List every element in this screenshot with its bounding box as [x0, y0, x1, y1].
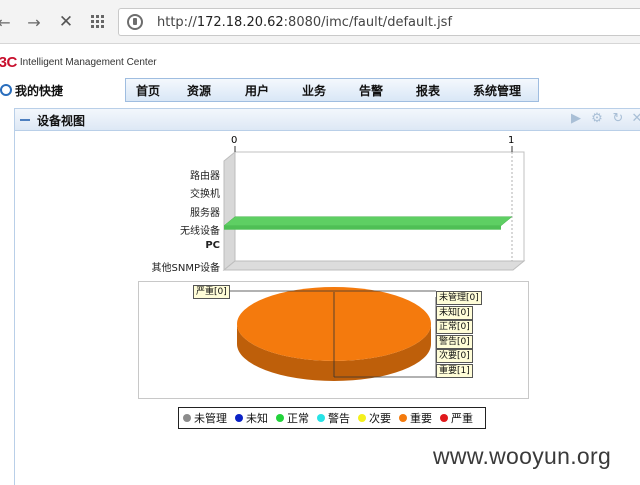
- quick-links-icon: [0, 84, 12, 96]
- legend-swatch: [235, 414, 243, 422]
- menu-item-home[interactable]: 首页: [136, 82, 160, 99]
- forward-arrow-icon[interactable]: →: [26, 12, 42, 32]
- menu-item-resources[interactable]: 资源: [187, 82, 211, 99]
- url-host: 172.18.20.62: [196, 15, 284, 30]
- plot-back-wall: [234, 151, 525, 262]
- legend-label: 次要: [369, 412, 391, 425]
- legend-swatch: [399, 414, 407, 422]
- legend-item[interactable]: 未知: [235, 410, 268, 426]
- menu-item-reports[interactable]: 报表: [416, 82, 440, 99]
- device-bar-chart: 0 1 路由器 交换机 服务器 无线设备 PC 其他SNMP设备: [140, 130, 540, 280]
- legend-swatch: [358, 414, 366, 422]
- quick-links-label: 我的快捷: [15, 83, 64, 98]
- collapse-icon[interactable]: [20, 119, 30, 121]
- product-name: Intelligent Management Center: [19, 56, 157, 68]
- menu-item-alarms[interactable]: 告警: [359, 82, 383, 99]
- slice-label: 未知[0]: [436, 306, 473, 320]
- pie-legend: 未管理 未知 正常 警告 次要 重要 严重: [178, 407, 486, 429]
- slice-label: 次要[0]: [436, 349, 473, 363]
- logo-mark: I3C: [0, 53, 17, 71]
- plot-floor: [222, 260, 526, 271]
- legend-item[interactable]: 严重: [440, 410, 473, 426]
- legend-label: 未知: [246, 412, 268, 425]
- menu-item-system-management[interactable]: 系统管理: [473, 82, 521, 99]
- slice-label: 严重[0]: [193, 285, 230, 299]
- menu-item-users[interactable]: 用户: [245, 82, 269, 99]
- legend-item[interactable]: 次要: [358, 410, 391, 426]
- panel-title: 设备视图: [37, 114, 86, 128]
- gear-icon[interactable]: ⚙: [590, 112, 604, 126]
- slice-label: 未管理[0]: [436, 291, 482, 305]
- slice-label: 重要[1]: [436, 364, 473, 378]
- legend-label: 正常: [287, 412, 309, 425]
- site-info-icon[interactable]: [127, 14, 143, 30]
- bar[interactable]: [223, 216, 513, 226]
- legend-item[interactable]: 警告: [317, 410, 350, 426]
- slice-label: 正常[0]: [436, 320, 473, 334]
- panel-header: 设备视图 ▶ ⚙ ↻ ✕: [15, 109, 640, 131]
- main-menu: 首页 资源 用户 业务 告警 报表 系统管理: [125, 78, 539, 102]
- browser-toolbar: ← → ✕ http://172.18.20.62:8080/imc/fault…: [0, 0, 640, 44]
- bar-face: [224, 225, 501, 230]
- close-icon[interactable]: ✕: [630, 112, 640, 126]
- menu-item-services[interactable]: 业务: [302, 82, 326, 99]
- watermark: www.wooyun.org: [433, 443, 612, 469]
- page: ← → ✕ http://172.18.20.62:8080/imc/fault…: [0, 0, 640, 485]
- legend-swatch: [276, 414, 284, 422]
- legend-swatch: [440, 414, 448, 422]
- legend-item[interactable]: 重要: [399, 410, 432, 426]
- legend-item[interactable]: 未管理: [183, 410, 227, 426]
- apps-grid-icon[interactable]: [90, 12, 106, 32]
- legend-swatch: [183, 414, 191, 422]
- app-logo: I3C Intelligent Management Center: [0, 52, 157, 72]
- quick-links[interactable]: 我的快捷: [0, 81, 63, 99]
- alarm-pie-chart: 严重[0] 未管理[0] 未知[0] 正常[0] 警告[0] 次要[0] 重要[…: [138, 281, 529, 399]
- play-icon[interactable]: ▶: [569, 112, 583, 126]
- legend-label: 警告: [328, 412, 350, 425]
- plot-left-wall: [223, 150, 236, 272]
- legend-label: 重要: [410, 412, 432, 425]
- legend-label: 严重: [451, 412, 473, 425]
- slice-label: 警告[0]: [436, 335, 473, 349]
- refresh-icon[interactable]: ↻: [611, 112, 625, 126]
- url-text: http://172.18.20.62:8080/imc/fault/defau…: [157, 15, 452, 30]
- url-prefix: http://: [157, 15, 197, 30]
- legend-label: 未管理: [194, 412, 227, 425]
- close-icon[interactable]: ✕: [58, 12, 74, 32]
- bar-plot-area: [222, 146, 526, 272]
- legend-item[interactable]: 正常: [276, 410, 309, 426]
- legend-swatch: [317, 414, 325, 422]
- address-bar[interactable]: http://172.18.20.62:8080/imc/fault/defau…: [118, 8, 640, 36]
- url-path: :8080/imc/fault/default.jsf: [283, 15, 453, 30]
- back-arrow-icon[interactable]: ←: [0, 12, 12, 32]
